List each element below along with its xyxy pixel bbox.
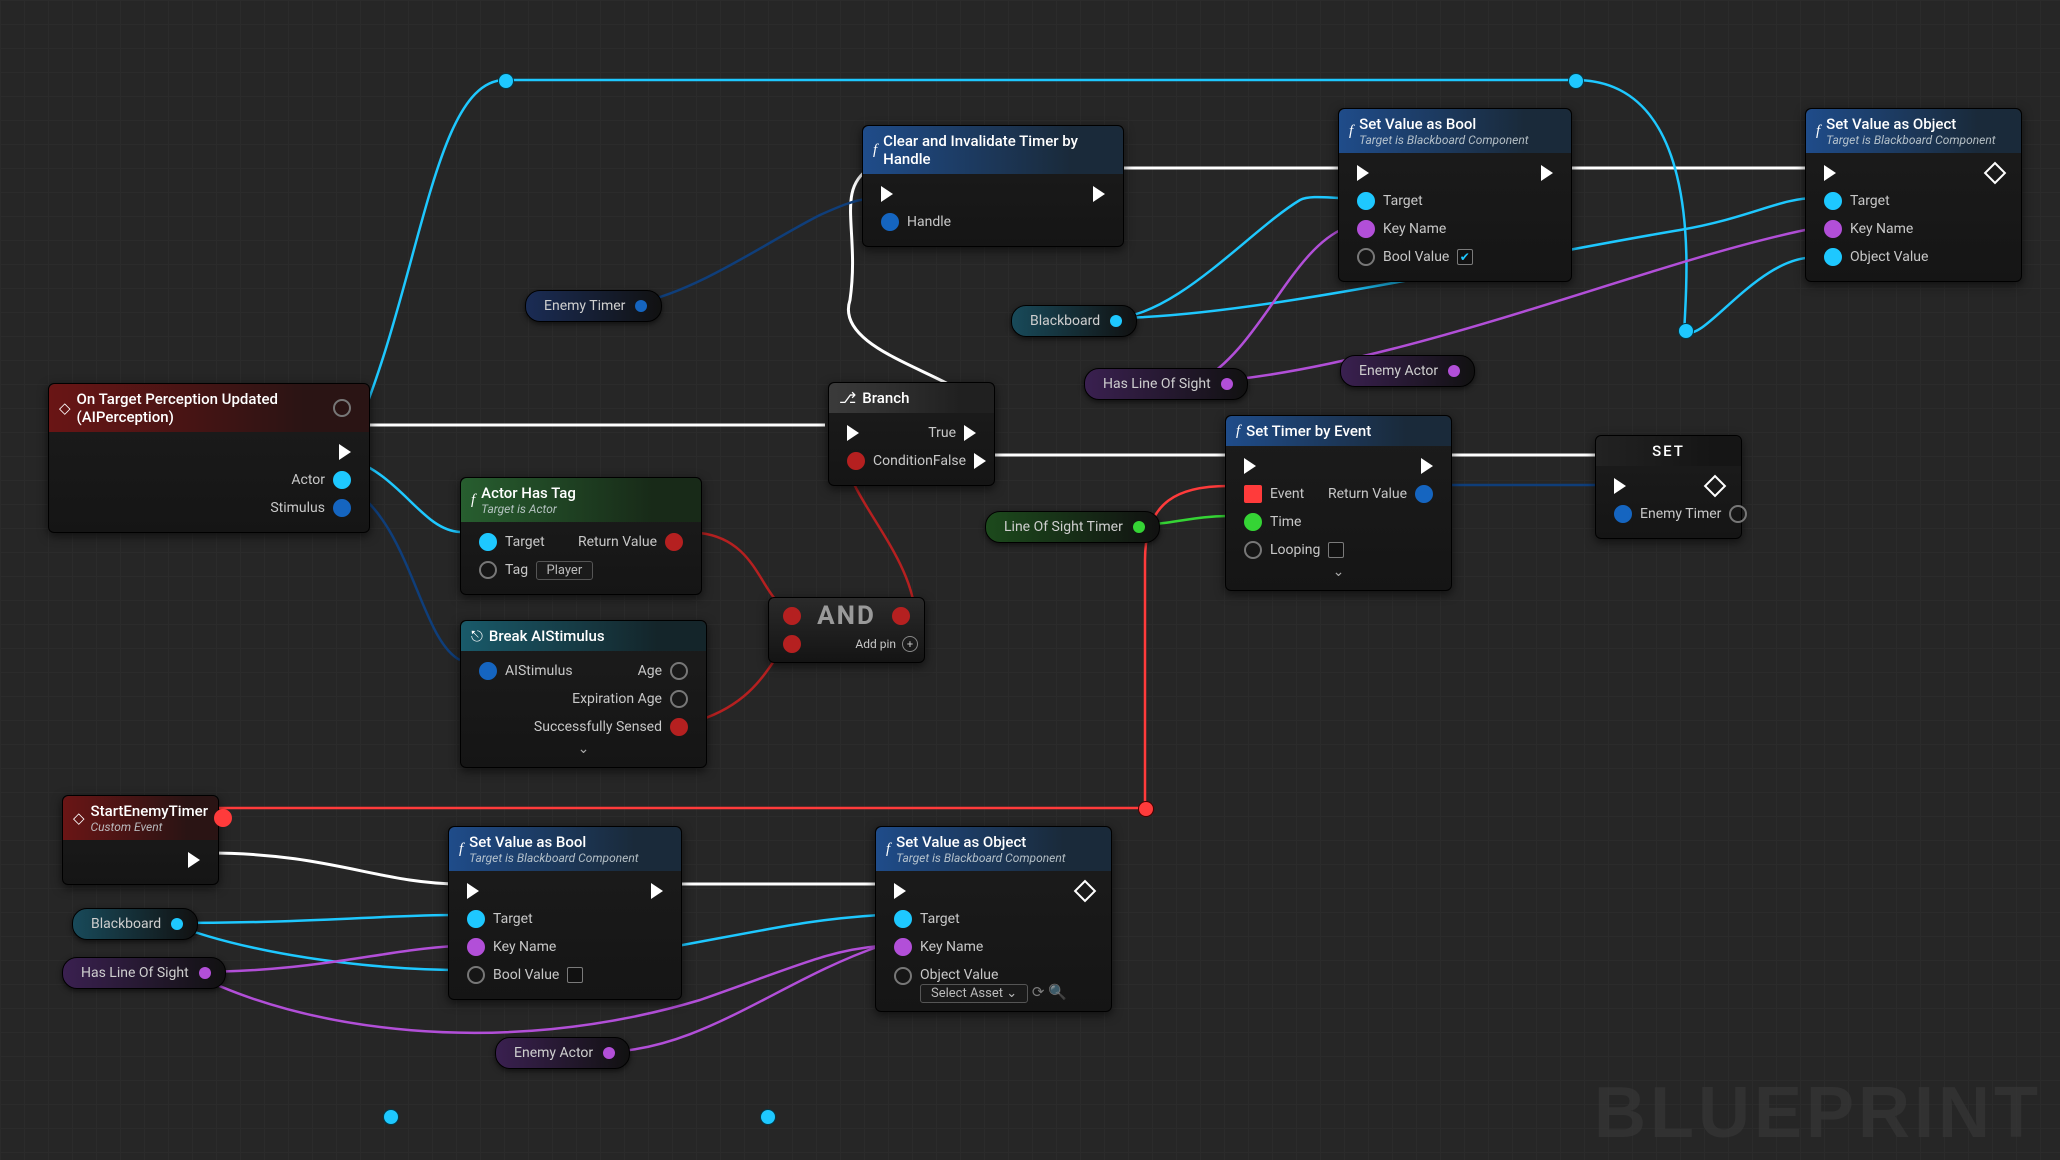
pin-bool[interactable] bbox=[1357, 248, 1375, 266]
title: On Target Perception Updated (AIPercepti… bbox=[77, 390, 327, 426]
pin-aistim[interactable] bbox=[479, 662, 497, 680]
pin-out[interactable] bbox=[1729, 505, 1747, 523]
pin-a[interactable] bbox=[783, 607, 801, 625]
pin-b[interactable] bbox=[783, 635, 801, 653]
pin-actor[interactable] bbox=[333, 471, 351, 489]
exec-in[interactable] bbox=[467, 883, 479, 899]
pin-key[interactable] bbox=[894, 938, 912, 956]
exec-out[interactable] bbox=[1704, 475, 1727, 498]
watermark: BLUEPRINT bbox=[1594, 1072, 2042, 1154]
node-and[interactable]: AND Add pin+ bbox=[768, 597, 925, 663]
exec-in[interactable] bbox=[1614, 478, 1626, 494]
node-set-bool-top[interactable]: fSet Value as BoolTarget is Blackboard C… bbox=[1338, 108, 1572, 282]
exec-out[interactable] bbox=[1421, 458, 1433, 474]
exec-in[interactable] bbox=[1357, 165, 1369, 181]
node-actor-has-tag[interactable]: fActor Has TagTarget is Actor Target Ret… bbox=[460, 477, 702, 595]
exec-out[interactable] bbox=[651, 883, 663, 899]
var-has-los-1[interactable]: Has Line Of Sight bbox=[1084, 368, 1248, 400]
exec-out[interactable] bbox=[1074, 880, 1097, 903]
asset-select[interactable]: Select Asset ⌄ bbox=[920, 984, 1028, 1003]
reroute-actor-top[interactable] bbox=[498, 73, 514, 89]
delegate-out[interactable] bbox=[214, 809, 232, 827]
exec-out[interactable] bbox=[1093, 186, 1105, 202]
pin-age[interactable] bbox=[670, 662, 688, 680]
pin-obj[interactable] bbox=[894, 967, 912, 985]
exec-out[interactable] bbox=[1541, 165, 1553, 181]
exec-in[interactable] bbox=[881, 186, 893, 202]
pin-target[interactable] bbox=[479, 533, 497, 551]
pin-return[interactable] bbox=[665, 533, 683, 551]
var-los-timer[interactable]: Line Of Sight Timer bbox=[985, 511, 1160, 543]
var-enemy-timer-1[interactable]: Enemy Timer bbox=[525, 290, 662, 322]
reroute-delegate[interactable] bbox=[1138, 801, 1154, 817]
pin-handle[interactable] bbox=[881, 213, 899, 231]
node-break-aistimulus[interactable]: ⎋Break AIStimulus AIStimulus Age Expirat… bbox=[460, 620, 707, 768]
exec-in[interactable] bbox=[1244, 458, 1256, 474]
pin-target[interactable] bbox=[1357, 192, 1375, 210]
node-set-variable[interactable]: SET Enemy Timer bbox=[1595, 435, 1742, 539]
pin-tag[interactable] bbox=[479, 561, 497, 579]
expand-chevron[interactable]: ⌄ bbox=[1236, 564, 1441, 580]
pin-loop[interactable] bbox=[1244, 541, 1262, 559]
add-pin-icon[interactable]: + bbox=[902, 636, 918, 652]
node-start-enemy-timer[interactable]: ◇StartEnemyTimerCustom Event bbox=[62, 795, 219, 885]
pin-ret[interactable] bbox=[1415, 485, 1433, 503]
pin-target[interactable] bbox=[894, 910, 912, 928]
var-blackboard-2[interactable]: Blackboard bbox=[72, 908, 198, 940]
pin-out[interactable] bbox=[892, 607, 910, 625]
pin-bool[interactable] bbox=[467, 966, 485, 984]
exec-in[interactable] bbox=[1824, 165, 1836, 181]
pin-cond[interactable] bbox=[847, 452, 865, 470]
exec-in[interactable] bbox=[894, 883, 906, 899]
exec-false[interactable] bbox=[974, 453, 986, 469]
exec-in[interactable] bbox=[847, 425, 859, 441]
node-clear-timer[interactable]: fClear and Invalidate Timer by Handle Ha… bbox=[862, 125, 1124, 247]
reroute-bb-bot[interactable] bbox=[383, 1109, 399, 1125]
node-set-object-top[interactable]: fSet Value as ObjectTarget is Blackboard… bbox=[1805, 108, 2022, 282]
pin-target[interactable] bbox=[467, 910, 485, 928]
pin-sensed[interactable] bbox=[670, 718, 688, 736]
node-set-object-bottom[interactable]: fSet Value as ObjectTarget is Blackboard… bbox=[875, 826, 1112, 1012]
pin-key[interactable] bbox=[467, 938, 485, 956]
node-on-target-perception[interactable]: ◇On Target Perception Updated (AIPercept… bbox=[48, 383, 370, 533]
loop-checkbox[interactable] bbox=[1328, 542, 1344, 558]
var-has-los-2[interactable]: Has Line Of Sight bbox=[62, 957, 226, 989]
tag-input[interactable]: Player bbox=[536, 561, 594, 580]
pin-stimulus[interactable] bbox=[333, 499, 351, 517]
browse-icon[interactable]: ⟳ 🔍 bbox=[1032, 983, 1067, 1001]
node-set-timer[interactable]: fSet Timer by Event Event Return Value T… bbox=[1225, 415, 1452, 591]
expand-chevron[interactable]: ⌄ bbox=[471, 741, 696, 757]
exec-out[interactable] bbox=[1984, 162, 2007, 185]
reroute-actor-right[interactable] bbox=[1678, 323, 1694, 339]
exec-out[interactable] bbox=[339, 444, 351, 460]
pin-target[interactable] bbox=[1824, 192, 1842, 210]
var-enemy-actor-2[interactable]: Enemy Actor bbox=[495, 1037, 630, 1069]
pin-key[interactable] bbox=[1824, 220, 1842, 238]
pin-expage[interactable] bbox=[670, 690, 688, 708]
bool-checkbox[interactable]: ✔ bbox=[1457, 249, 1473, 265]
delegate-pin[interactable] bbox=[333, 399, 351, 417]
node-set-bool-bottom[interactable]: fSet Value as BoolTarget is Blackboard C… bbox=[448, 826, 682, 1000]
var-blackboard-1[interactable]: Blackboard bbox=[1011, 305, 1137, 337]
pin-obj[interactable] bbox=[1824, 248, 1842, 266]
node-branch[interactable]: ⎇Branch True ConditionFalse bbox=[828, 382, 995, 486]
bool-checkbox[interactable] bbox=[567, 967, 583, 983]
reroute-actor-top2[interactable] bbox=[1568, 73, 1584, 89]
pin-key[interactable] bbox=[1357, 220, 1375, 238]
pin-time[interactable] bbox=[1244, 513, 1262, 531]
var-enemy-actor-1[interactable]: Enemy Actor bbox=[1340, 355, 1475, 387]
pin-event[interactable] bbox=[1244, 485, 1262, 503]
exec-out[interactable] bbox=[188, 852, 200, 868]
exec-true[interactable] bbox=[964, 425, 976, 441]
reroute-bb-bot2[interactable] bbox=[760, 1109, 776, 1125]
pin-in[interactable] bbox=[1614, 505, 1632, 523]
